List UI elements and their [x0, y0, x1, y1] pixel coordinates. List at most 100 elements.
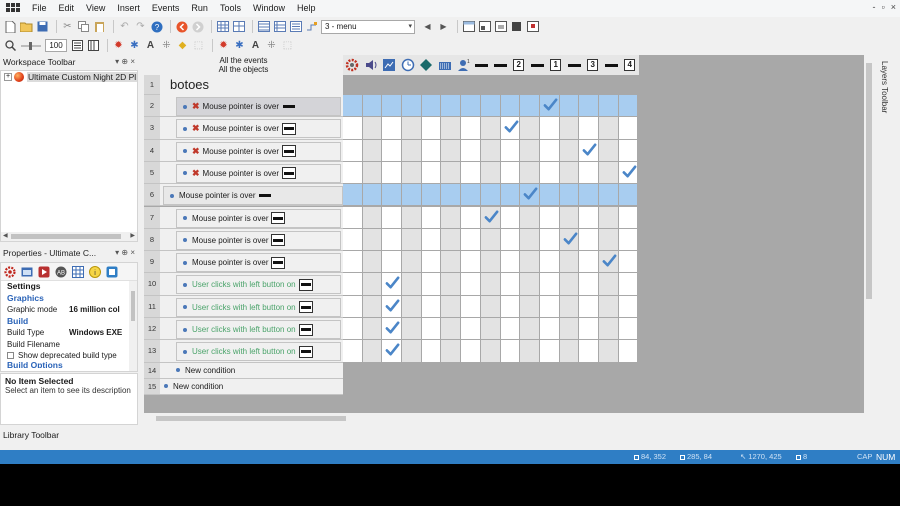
create-object-icon[interactable]: [417, 55, 436, 75]
event-grid-cell[interactable]: [618, 184, 639, 207]
event-grid-cell[interactable]: [461, 318, 481, 341]
event-grid-cell[interactable]: [520, 161, 540, 185]
object-bar-icon[interactable]: [528, 55, 547, 75]
event-grid-cell[interactable]: [579, 295, 599, 318]
property-row[interactable]: Build Filename: [1, 339, 137, 351]
event-grid-cell[interactable]: [343, 117, 363, 140]
condition-cell[interactable]: Mouse pointer is over: [176, 208, 341, 228]
new-file-icon[interactable]: [4, 20, 17, 33]
event-grid-cell[interactable]: [520, 340, 540, 363]
condition-cell[interactable]: User clicks with left button on: [176, 342, 341, 362]
event-grid-cell[interactable]: [421, 273, 442, 296]
sound-object-icon[interactable]: [362, 55, 381, 75]
event-grid-cell[interactable]: [500, 139, 521, 162]
event-grid-cell[interactable]: [520, 206, 540, 229]
condition-cell[interactable]: Mouse pointer is over: [176, 253, 341, 273]
event-grid-cell[interactable]: [441, 161, 462, 185]
group-header-row[interactable]: 1 botoes: [144, 75, 343, 95]
event-grid-cell[interactable]: [441, 117, 462, 140]
event-grid-cell[interactable]: [382, 206, 403, 229]
event-row[interactable]: 7 Mouse pointer is over: [144, 206, 343, 229]
event-grid-cell[interactable]: [402, 206, 422, 229]
event-grid-cell[interactable]: [559, 295, 580, 318]
values-icon[interactable]: AB: [55, 266, 67, 278]
event-row[interactable]: 5 ✖ Mouse pointer is over: [144, 161, 343, 185]
expand-icon[interactable]: +: [4, 73, 12, 81]
event-grid-cell[interactable]: [421, 295, 442, 318]
event-grid-cell[interactable]: [618, 95, 639, 118]
run-frame-icon[interactable]: [478, 20, 491, 33]
event-grid-cell[interactable]: [402, 161, 422, 185]
event-grid-cell[interactable]: [579, 340, 599, 363]
event-grid-cell[interactable]: [421, 318, 442, 341]
event-grid-cell[interactable]: [618, 117, 639, 140]
event-row[interactable]: 3 ✖ Mouse pointer is over: [144, 117, 343, 140]
deprecated-build-checkbox-row[interactable]: Show deprecated build type: [1, 350, 137, 362]
paste-icon[interactable]: [93, 20, 106, 33]
event-grid-cell[interactable]: [480, 295, 501, 318]
event-grid-cell[interactable]: [598, 340, 619, 363]
menu-events[interactable]: Events: [146, 0, 186, 17]
event-grid-cell[interactable]: [421, 184, 442, 207]
scrollbar-thumb[interactable]: [131, 291, 135, 321]
event-grid-cell[interactable]: [362, 318, 383, 341]
event-grid-cell[interactable]: [598, 184, 619, 207]
event-grid-cell[interactable]: [559, 228, 580, 252]
zoom-level-input[interactable]: 100: [45, 39, 67, 52]
event-grid-cell[interactable]: [500, 161, 521, 185]
new-condition-row[interactable]: 15 New condition: [144, 378, 343, 395]
object-bar-icon[interactable]: [602, 55, 621, 75]
highlight-icon[interactable]: ◆: [176, 39, 189, 52]
group-title[interactable]: botoes: [160, 75, 343, 95]
sheet-horizontal-scrollbar[interactable]: [144, 413, 864, 423]
event-grid-cell[interactable]: [362, 139, 383, 162]
event-grid-cell[interactable]: [618, 295, 639, 318]
event-grid-cell[interactable]: [382, 273, 403, 296]
event-grid-cell[interactable]: [579, 318, 599, 341]
minimize-button[interactable]: -: [873, 2, 876, 12]
event-grid-cell[interactable]: [362, 206, 383, 229]
event-grid-cell[interactable]: [343, 340, 363, 363]
event-grid-cell[interactable]: [579, 273, 599, 296]
event-grid-cell[interactable]: [461, 273, 481, 296]
event-grid-cell[interactable]: [520, 318, 540, 341]
event-grid-cell[interactable]: [559, 318, 580, 341]
event-grid-cell[interactable]: [461, 161, 481, 185]
event-grid-cell[interactable]: [402, 117, 422, 140]
frame-editor-icon[interactable]: [232, 20, 245, 33]
object-filter-icon[interactable]: ⁜: [160, 39, 173, 52]
event-grid-cell[interactable]: [382, 161, 403, 185]
build-category[interactable]: Build: [1, 316, 137, 328]
event-grid-cell[interactable]: [343, 251, 363, 274]
zoom-slider-icon[interactable]: [20, 39, 42, 52]
tree-item-application[interactable]: + Ultimate Custom Night 2D Pl: [4, 72, 138, 82]
menu-window[interactable]: Window: [247, 0, 291, 17]
event-grid-cell[interactable]: [441, 251, 462, 274]
event-editor-icon[interactable]: [257, 20, 270, 33]
event-grid-cell[interactable]: [500, 184, 521, 207]
event-grid-cell[interactable]: [461, 95, 481, 118]
event-grid-cell[interactable]: [618, 161, 639, 185]
next-frame-icon[interactable]: ▶: [437, 20, 450, 33]
snap-toggle-icon[interactable]: [87, 39, 100, 52]
event-grid-cell[interactable]: [579, 161, 599, 185]
menu-file[interactable]: File: [26, 0, 53, 17]
deprecated-build-checkbox[interactable]: [7, 352, 14, 359]
event-grid-cell[interactable]: [421, 139, 442, 162]
event-grid-cell[interactable]: [421, 340, 442, 363]
expression-icon[interactable]: [305, 20, 318, 33]
event-grid-cell[interactable]: [618, 139, 639, 162]
event-row[interactable]: 6 Mouse pointer is over: [144, 184, 343, 207]
event-grid-cell[interactable]: [343, 206, 363, 229]
event-grid-cell[interactable]: [520, 295, 540, 318]
data-elements-icon[interactable]: [289, 20, 302, 33]
timer-icon[interactable]: [399, 55, 418, 75]
event-grid-cell[interactable]: [441, 295, 462, 318]
condition-settings-icon[interactable]: ✹: [217, 39, 230, 52]
event-grid-cell[interactable]: [480, 273, 501, 296]
event-grid-cell[interactable]: [539, 161, 560, 185]
keyboard-mouse-icon[interactable]: [436, 55, 455, 75]
object-bar-icon[interactable]: [565, 55, 584, 75]
event-grid-cell[interactable]: [559, 95, 580, 118]
pane-controls[interactable]: ▾ ⊕ ×: [115, 246, 135, 260]
